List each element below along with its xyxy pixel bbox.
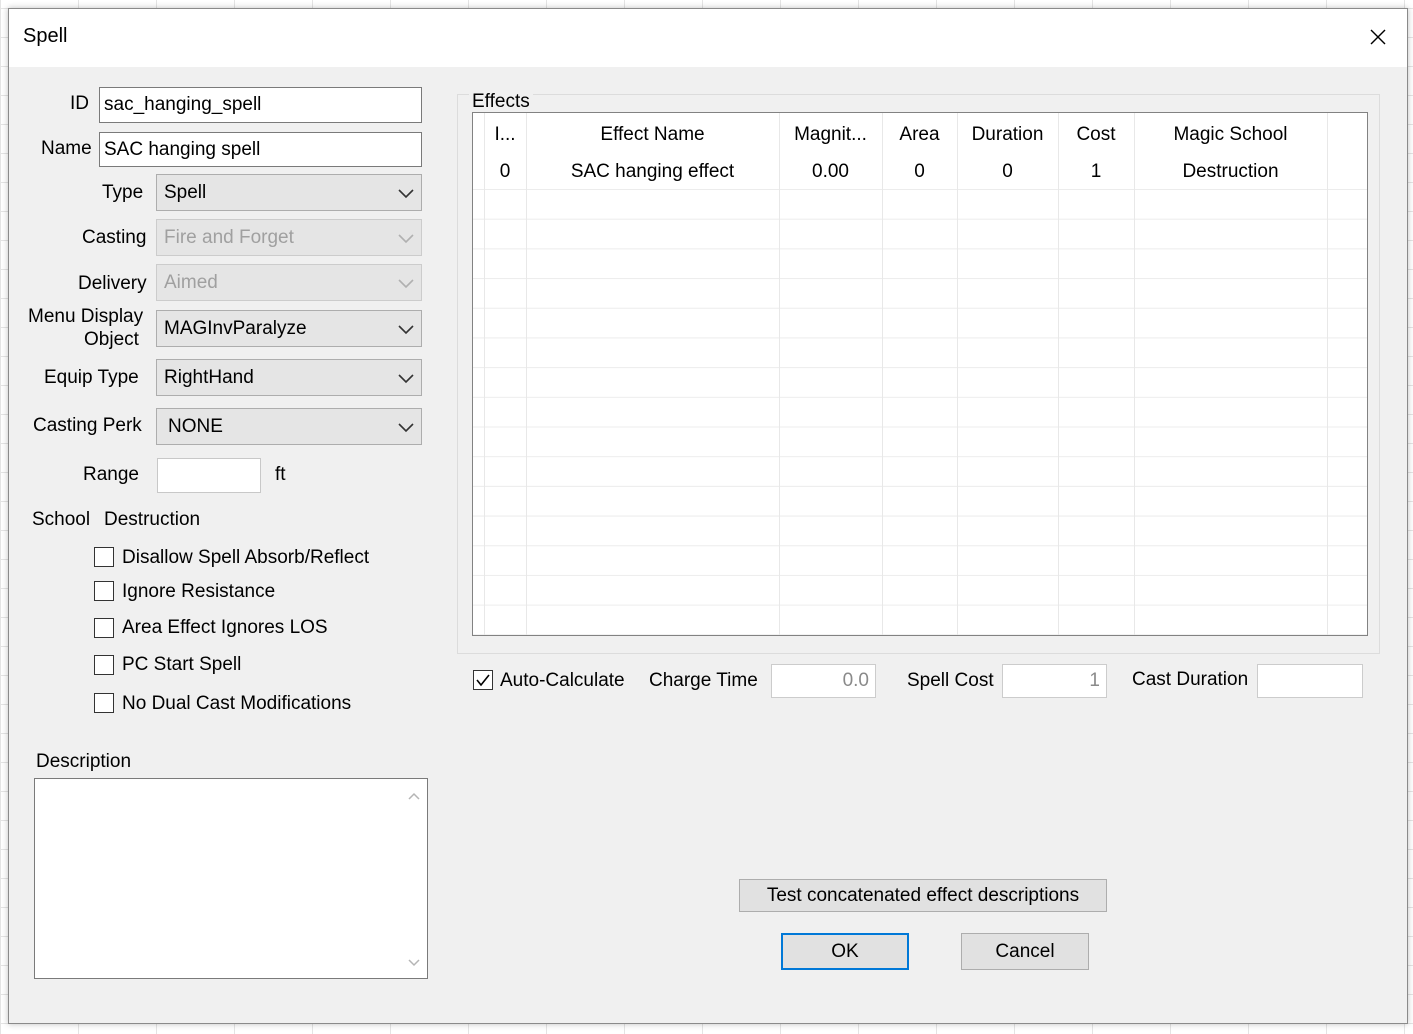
casting-perk-label: Casting Perk [33, 415, 142, 436]
casting-perk-select[interactable]: NONE [156, 408, 422, 445]
range-label: Range [83, 464, 139, 485]
range-input[interactable] [157, 458, 261, 493]
column-divider [957, 113, 958, 635]
casting-perk-value: NONE [168, 415, 223, 437]
disallow-absorb-label: Disallow Spell Absorb/Reflect [122, 547, 370, 568]
no-dual-cast-label: No Dual Cast Modifications [122, 693, 352, 714]
close-button[interactable] [1349, 9, 1407, 64]
delivery-value: Aimed [164, 271, 218, 293]
pc-start-spell-checkbox[interactable] [94, 655, 114, 675]
ignore-resistance-label: Ignore Resistance [122, 581, 276, 602]
menu-display-value: MAGInvParalyze [164, 317, 307, 339]
range-unit: ft [275, 464, 286, 485]
title-bar: Spell [9, 9, 1407, 67]
casting-value: Fire and Forget [164, 226, 294, 248]
column-divider [779, 113, 780, 635]
cast-duration-label: Cast Duration [1132, 669, 1249, 690]
disallow-absorb-checkbox[interactable] [94, 547, 114, 567]
spell-dialog: Spell ID sac_hanging_spell Name SAC hang… [8, 8, 1408, 1024]
column-divider [1058, 113, 1059, 635]
column-header-magnitude[interactable]: Magnit... [779, 123, 882, 147]
description-textarea[interactable] [34, 778, 428, 979]
no-dual-cast-checkbox[interactable] [94, 693, 114, 713]
menu-display-label-line2: Object [84, 329, 139, 350]
ignore-resistance-checkbox[interactable] [94, 581, 114, 601]
chevron-down-icon [398, 278, 414, 288]
column-divider [1134, 113, 1135, 635]
chevron-down-icon [398, 233, 414, 243]
name-label: Name [41, 138, 92, 159]
effects-group-title: Effects [469, 91, 533, 113]
column-header-area[interactable]: Area [882, 123, 957, 147]
scroll-up-icon[interactable] [407, 791, 421, 801]
charge-time-label: Charge Time [649, 670, 758, 691]
table-row-cell-cost[interactable]: 1 [1058, 160, 1134, 184]
id-label: ID [70, 93, 89, 114]
delivery-select[interactable]: Aimed [156, 264, 422, 301]
table-row-cell-magnitude[interactable]: 0.00 [779, 160, 882, 184]
casting-label: Casting [82, 227, 147, 248]
effects-table[interactable]: I... Effect Name Magnit... Area Duration… [472, 112, 1368, 636]
pc-start-spell-label: PC Start Spell [122, 654, 242, 675]
spell-cost-field[interactable]: 1 [1002, 664, 1107, 698]
id-input[interactable]: sac_hanging_spell [99, 87, 422, 123]
column-header-duration[interactable]: Duration [957, 123, 1058, 147]
equip-type-value: RightHand [164, 366, 254, 388]
test-descriptions-button[interactable]: Test concatenated effect descriptions [739, 879, 1107, 912]
area-ignores-los-checkbox[interactable] [94, 618, 114, 638]
cancel-button[interactable]: Cancel [961, 933, 1089, 970]
window-title: Spell [23, 25, 68, 47]
type-select[interactable]: Spell [156, 174, 422, 211]
cast-duration-field[interactable] [1257, 664, 1363, 698]
school-label: School [32, 509, 91, 530]
column-divider [526, 113, 527, 635]
table-row-cell-duration[interactable]: 0 [957, 160, 1058, 184]
equip-type-label: Equip Type [44, 367, 139, 388]
auto-calculate-label: Auto-Calculate [500, 670, 625, 691]
type-value: Spell [164, 181, 207, 203]
table-row-cell-area[interactable]: 0 [882, 160, 957, 184]
ok-button[interactable]: OK [781, 933, 909, 970]
casting-select[interactable]: Fire and Forget [156, 219, 422, 256]
auto-calculate-checkbox[interactable] [473, 670, 493, 690]
table-row-cell-school[interactable]: Destruction [1134, 160, 1327, 184]
column-header-magic-school[interactable]: Magic School [1134, 123, 1327, 147]
school-value: Destruction [104, 509, 201, 530]
column-header-cost[interactable]: Cost [1058, 123, 1134, 147]
column-divider [1327, 113, 1328, 635]
area-ignores-los-label: Area Effect Ignores LOS [122, 617, 328, 638]
name-input[interactable]: SAC hanging spell [99, 132, 422, 167]
column-header-index[interactable]: I... [484, 123, 526, 147]
type-label: Type [102, 182, 144, 203]
menu-display-label-line1: Menu Display [28, 306, 144, 327]
chevron-down-icon [398, 188, 414, 198]
column-divider [484, 113, 485, 635]
close-icon [1370, 29, 1386, 44]
column-divider [882, 113, 883, 635]
spell-cost-label: Spell Cost [907, 670, 994, 691]
charge-time-field[interactable]: 0.0 [771, 664, 876, 698]
table-row-cell-name[interactable]: SAC hanging effect [526, 160, 779, 184]
column-header-effect-name[interactable]: Effect Name [526, 123, 779, 147]
scroll-down-icon[interactable] [407, 958, 421, 968]
checkmark-icon [476, 674, 490, 687]
chevron-down-icon [398, 373, 414, 383]
chevron-down-icon [398, 324, 414, 334]
equip-type-select[interactable]: RightHand [156, 359, 422, 396]
description-label: Description [36, 751, 132, 772]
delivery-label: Delivery [78, 273, 147, 294]
table-row-cell-index[interactable]: 0 [484, 160, 526, 184]
grid-row-lines [473, 189, 1367, 635]
chevron-down-icon [398, 422, 414, 432]
menu-display-select[interactable]: MAGInvParalyze [156, 310, 422, 347]
